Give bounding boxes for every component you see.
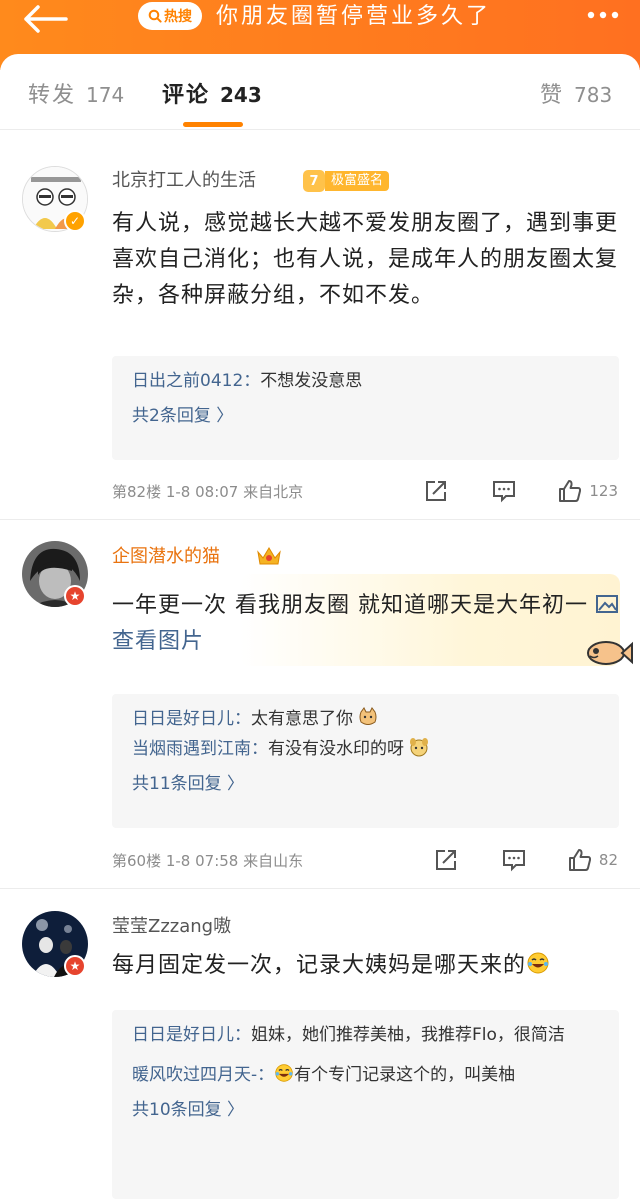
comment-username[interactable]: 企图潜水的猫 bbox=[112, 544, 220, 570]
reply-username[interactable]: 日日是好日儿： bbox=[132, 1025, 251, 1045]
reply-item: 当烟雨遇到江南：有没有没水印的呀 bbox=[132, 734, 599, 764]
honor-level: 7 bbox=[303, 170, 325, 192]
tab-reposts-label: 转发 bbox=[28, 83, 77, 108]
tab-comments-count: 243 bbox=[220, 83, 262, 107]
reply-username[interactable]: 日日是好日儿： bbox=[132, 709, 251, 729]
reply-box[interactable]: 日日是好日儿：姐妹，她们推荐美柚，我推荐Flo，很简洁 暖风吹过四月天-： 有个专… bbox=[112, 1010, 619, 1199]
comment-actions: 82 bbox=[433, 845, 618, 875]
reply-text: 不想发没意思 bbox=[260, 371, 363, 391]
like-button[interactable]: 123 bbox=[557, 478, 618, 504]
comment-text: 有人说，感觉越长大越不爱发朋友圈了，遇到事更喜欢自己消化；也有人说，是成年人的朋… bbox=[112, 211, 619, 308]
comment-username[interactable]: 北京打工人的生活 bbox=[112, 168, 256, 194]
share-button[interactable] bbox=[433, 847, 459, 873]
reply-text: 有个专门记录这个的，叫美柚 bbox=[294, 1065, 516, 1085]
tab-comments-label: 评论 bbox=[162, 83, 211, 108]
share-icon bbox=[435, 850, 456, 870]
thumbs-up-icon bbox=[568, 849, 591, 871]
view-replies-link[interactable]: 共11条回复 〉 bbox=[132, 764, 599, 804]
user-badge-icon: ★ bbox=[64, 585, 86, 607]
laughing-tears-emoji-icon bbox=[527, 952, 549, 974]
crown-icon bbox=[257, 547, 281, 565]
reply-box[interactable]: 日出之前0412：不想发没意思 共2条回复 〉 bbox=[112, 356, 619, 460]
tab-reposts[interactable]: 转发 174 bbox=[28, 80, 124, 111]
share-icon bbox=[426, 481, 447, 501]
comment-actions: 123 bbox=[423, 476, 618, 506]
tab-likes[interactable]: 赞 783 bbox=[540, 80, 612, 111]
fish-sticker-icon bbox=[587, 641, 633, 665]
hot-search-label: 热搜 bbox=[164, 9, 192, 25]
tab-likes-count: 783 bbox=[574, 83, 613, 107]
reply-item: 暖风吹过四月天-： 有个专门记录这个的，叫美柚 bbox=[132, 1060, 599, 1090]
reply-item: 日日是好日儿：姐妹，她们推荐美柚，我推荐Flo，很简洁 bbox=[132, 1020, 599, 1050]
divider bbox=[0, 519, 640, 520]
topic-title: 你朋友圈暂停营业多久了 bbox=[216, 4, 492, 29]
search-icon bbox=[148, 9, 162, 23]
cat-emoji-icon bbox=[359, 707, 377, 725]
like-count: 82 bbox=[598, 851, 618, 869]
comment-text: 一年更一次 看我朋友圈 就知道哪天是大年初一 查看图片 bbox=[112, 588, 622, 660]
view-replies-link[interactable]: 共10条回复 〉 bbox=[132, 1090, 599, 1130]
comment-text-content: 每月固定发一次，记录大姨妈是哪天来的 bbox=[112, 953, 527, 978]
comment-text-content: 一年更一次 看我朋友圈 就知道哪天是大年初一 bbox=[112, 593, 596, 618]
comment-meta: 第60楼 1-8 07:58 来自山东 bbox=[112, 852, 304, 870]
reply-text: 姐妹，她们推荐美柚，我推荐Flo，很简洁 bbox=[251, 1025, 565, 1045]
comment-text: 每月固定发一次，记录大姨妈是哪天来的 bbox=[112, 948, 622, 984]
reply-username[interactable]: 暖风吹过四月天-： bbox=[132, 1065, 274, 1085]
reply-text: 太有意思了你 bbox=[251, 709, 353, 729]
tab-reposts-count: 174 bbox=[86, 83, 125, 107]
like-button[interactable]: 82 bbox=[567, 847, 618, 873]
comment-icon bbox=[493, 481, 516, 503]
tab-bar: 转发 174 评论 243 赞 783 bbox=[0, 54, 640, 130]
comment-username[interactable]: 莹莹Zzzang嗷 bbox=[112, 914, 231, 940]
dog-emoji-icon bbox=[410, 738, 429, 757]
reply-item: 日出之前0412：不想发没意思 bbox=[132, 366, 599, 396]
tab-comments[interactable]: 评论 243 bbox=[162, 80, 262, 111]
image-icon bbox=[595, 595, 618, 613]
more-dots-icon[interactable] bbox=[586, 6, 620, 24]
reply-box[interactable]: 日日是好日儿：太有意思了你 当烟雨遇到江南：有没有没水印的呀 共11条回复 〉 bbox=[112, 694, 619, 828]
tab-likes-label: 赞 bbox=[540, 83, 565, 108]
honor-badge[interactable]: 7 极富盛名 bbox=[303, 170, 390, 192]
honor-text: 极富盛名 bbox=[325, 171, 390, 191]
reply-button[interactable] bbox=[491, 478, 517, 504]
back-arrow-icon[interactable] bbox=[22, 4, 68, 34]
comment-meta: 第82楼 1-8 08:07 来自北京 bbox=[112, 483, 304, 501]
thumbs-up-icon bbox=[559, 480, 582, 502]
user-badge-icon: ★ bbox=[64, 955, 86, 977]
share-button[interactable] bbox=[423, 478, 449, 504]
verified-badge-icon: ✓ bbox=[64, 210, 86, 232]
reply-username[interactable]: 当烟雨遇到江南： bbox=[132, 739, 268, 759]
divider bbox=[0, 888, 640, 889]
reply-item: 日日是好日儿：太有意思了你 bbox=[132, 704, 599, 734]
laughing-tears-emoji-icon bbox=[275, 1064, 293, 1082]
active-tab-indicator bbox=[183, 122, 243, 127]
view-replies-link[interactable]: 共2条回复 〉 bbox=[132, 396, 599, 436]
reply-text: 有没有没水印的呀 bbox=[268, 739, 404, 759]
like-count: 123 bbox=[589, 482, 618, 500]
hot-search-badge[interactable]: 热搜 bbox=[138, 2, 202, 30]
comment-icon bbox=[502, 850, 525, 872]
reply-username[interactable]: 日出之前0412： bbox=[132, 371, 260, 391]
reply-button[interactable] bbox=[501, 847, 527, 873]
view-picture-label: 查看图片 bbox=[112, 629, 205, 654]
